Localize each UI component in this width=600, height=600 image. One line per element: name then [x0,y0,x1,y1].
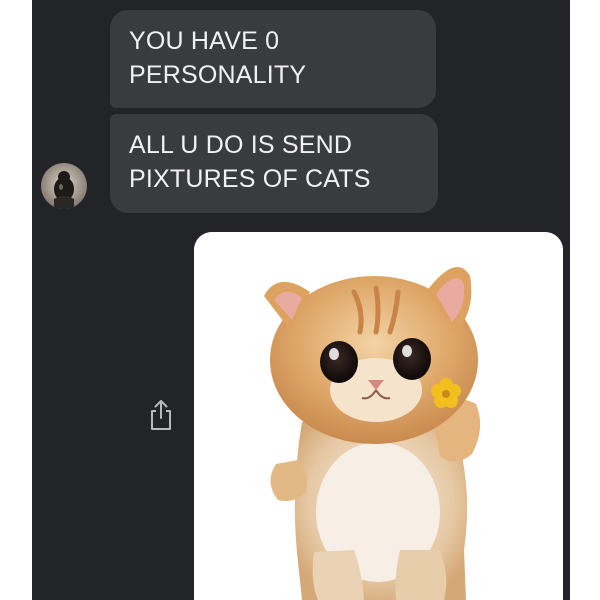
message-bubble-1[interactable]: YOU HAVE 0 PERSONALITY [110,10,436,108]
image-message-kitten[interactable] [194,232,563,600]
avatar-image [54,171,74,209]
contact-avatar[interactable] [41,163,87,209]
message-bubble-2[interactable]: ALL U DO IS SEND PIXTURES OF CATS [110,114,438,213]
kitten-photo [194,232,563,600]
share-icon[interactable] [148,398,174,432]
chat-panel: YOU HAVE 0 PERSONALITY ALL U DO IS SEND … [32,0,570,600]
